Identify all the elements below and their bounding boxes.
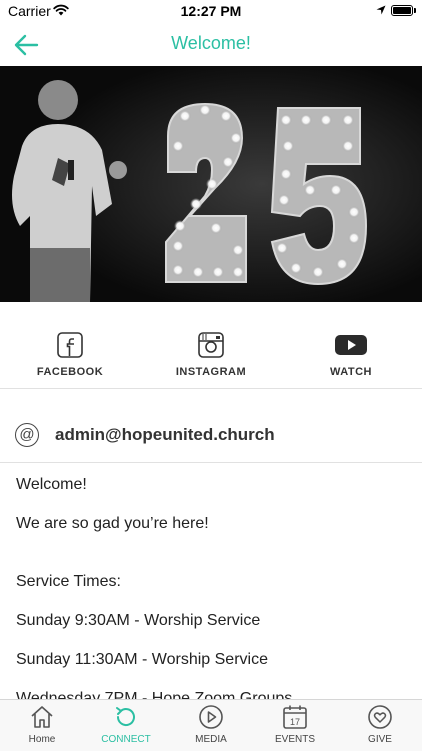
instagram-link[interactable]: INSTAGRAM (151, 332, 271, 378)
instagram-label: INSTAGRAM (175, 366, 247, 378)
home-icon (31, 706, 53, 728)
service-times-heading: Service Times: (16, 573, 121, 590)
instagram-icon (198, 332, 224, 358)
tab-events[interactable]: 17 EVENTS (253, 704, 337, 745)
hero-image: 25 (0, 66, 422, 302)
contact-email[interactable]: admin@hopeunited.church (55, 425, 275, 445)
facebook-icon (57, 332, 83, 358)
connect-icon (116, 707, 135, 726)
clock: 12:27 PM (180, 3, 242, 19)
tab-connect[interactable]: CONNECT (84, 704, 168, 745)
tab-home-label: Home (28, 734, 56, 745)
tab-give[interactable]: GIVE (338, 704, 422, 745)
location-arrow-icon (376, 5, 386, 15)
battery-icon (391, 5, 413, 16)
play-icon (199, 705, 223, 729)
hero-photo (0, 66, 422, 302)
battery-tip (414, 8, 416, 13)
calendar-icon: 17 (283, 705, 307, 729)
welcome-content: Welcome! We are so gad you’re here! Serv… (0, 463, 422, 699)
service-time-item: Wednesday 7PM - Hope Zoom Groups (16, 690, 293, 699)
welcome-message: We are so gad you’re here! (16, 515, 209, 532)
tab-bar: Home CONNECT MEDIA 17 EVENTS GIVE (0, 699, 422, 751)
service-time-item: Sunday 9:30AM - Worship Service (16, 612, 261, 629)
heart-icon (368, 705, 392, 729)
contact-email-row[interactable]: @ admin@hopeunited.church (0, 408, 422, 463)
tab-connect-label: CONNECT (101, 734, 151, 745)
calendar-day: 17 (290, 717, 300, 727)
at-icon: @ (15, 423, 39, 447)
tab-media[interactable]: MEDIA (169, 704, 253, 745)
social-links: FACEBOOK INSTAGRAM WATCH (0, 302, 422, 389)
page-title: Welcome! (171, 33, 251, 53)
service-time-item: Sunday 11:30AM - Worship Service (16, 651, 268, 668)
watch-link[interactable]: WATCH (291, 332, 411, 378)
tab-events-label: EVENTS (274, 734, 315, 745)
facebook-link[interactable]: FACEBOOK (10, 332, 130, 378)
welcome-heading: Welcome! (16, 476, 87, 493)
youtube-icon (335, 335, 367, 355)
nav-bar: Welcome! (0, 24, 422, 66)
watch-label: WATCH (329, 366, 372, 378)
status-bar: Carrier 12:27 PM (0, 0, 422, 24)
tab-give-label: GIVE (368, 734, 392, 745)
tab-media-label: MEDIA (195, 734, 227, 745)
tab-home[interactable]: Home (0, 704, 84, 745)
facebook-label: FACEBOOK (36, 366, 104, 378)
